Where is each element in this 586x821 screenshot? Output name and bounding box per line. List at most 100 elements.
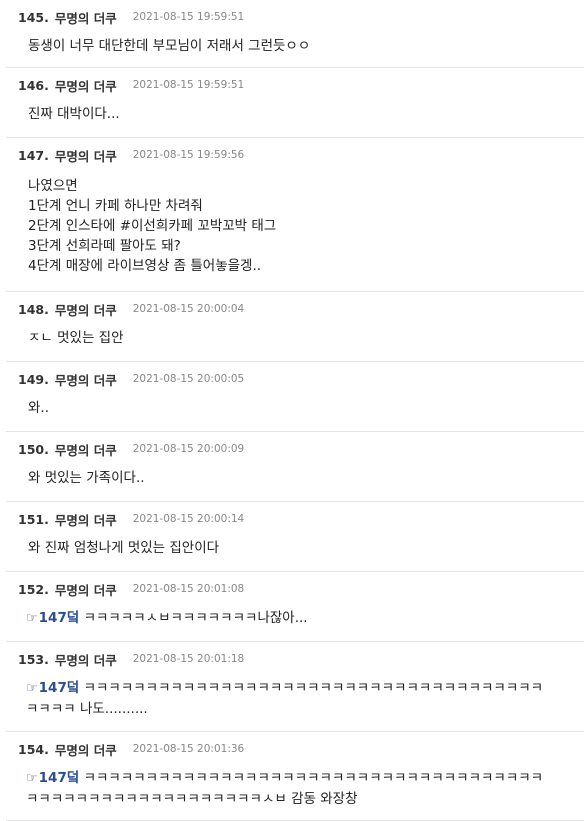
reply-anchor-link[interactable]: ☞147덬 bbox=[26, 770, 79, 786]
comment-timestamp: 2021-08-15 20:00:09 bbox=[132, 443, 245, 455]
pointing-hand-icon: ☞ bbox=[26, 611, 38, 626]
comment-line: 3단계 선희라떼 팔아도 돼? bbox=[28, 236, 578, 256]
comment-line: ☞147덬 ㅋㅋㅋㅋㅋㅋㅋㅋㅋㅋㅋㅋㅋㅋㅋㅋㅋㅋㅋㅋㅋㅋㅋㅋㅋㅋㅋㅋㅋㅋㅋㅋㅋㅋ… bbox=[26, 768, 578, 789]
comment-number[interactable]: 150. bbox=[18, 442, 49, 457]
comment-line: 4단계 매장에 라이브영상 좀 틀어놓을겡.. bbox=[28, 256, 578, 276]
comment-text: 2단계 인스타에 #이선희카페 꼬박꼬박 태그 bbox=[28, 218, 277, 234]
comment-body: 와.. bbox=[28, 398, 578, 418]
comment-header: 148. 무명의 더쿠 2021-08-15 20:00:04 bbox=[18, 292, 244, 326]
comment-timestamp: 2021-08-15 19:59:51 bbox=[132, 79, 245, 91]
comment-line: 진짜 대박이다... bbox=[28, 104, 578, 124]
comment: 148. 무명의 더쿠 2021-08-15 20:00:04 ㅈㄴ 멋있는 집안 bbox=[6, 292, 584, 362]
comment-text: 진짜 대박이다... bbox=[28, 106, 120, 122]
comment-timestamp: 2021-08-15 19:59:56 bbox=[132, 149, 245, 161]
comment-line: ☞147덬 ㅋㅋㅋㅋㅋㅋㅋㅋㅋㅋㅋㅋㅋㅋㅋㅋㅋㅋㅋㅋㅋㅋㅋㅋㅋㅋㅋㅋㅋㅋㅋㅋㅋㅋ… bbox=[26, 678, 578, 699]
comment: 149. 무명의 더쿠 2021-08-15 20:00:05 와.. bbox=[6, 362, 584, 432]
comment: 154. 무명의 더쿠 2021-08-15 20:01:36 ☞147덬 ㅋㅋㅋㅋㅋ… bbox=[6, 732, 584, 821]
pointing-hand-icon: ☞ bbox=[26, 771, 38, 786]
comment-text: ㅈㄴ 멋있는 집안 bbox=[28, 330, 124, 346]
comment-body: 와 진짜 엄청나게 멋있는 집안이다 bbox=[28, 538, 578, 558]
comment-author: 무명의 더쿠 bbox=[54, 652, 117, 668]
comment-text: 3단계 선희라떼 팔아도 돼? bbox=[28, 238, 181, 254]
comment-author: 무명의 더쿠 bbox=[54, 10, 117, 26]
comment-body: ☞147덬 ㅋㅋㅋㅋㅋㅋㅋㅋㅋㅋㅋㅋㅋㅋㅋㅋㅋㅋㅋㅋㅋㅋㅋㅋㅋㅋㅋㅋㅋㅋㅋㅋㅋㅋ… bbox=[26, 768, 578, 809]
comment-text: ㅋㅋㅋㅋㅋㅋㅋㅋㅋㅋㅋㅋㅋㅋㅋㅋㅋㅋㅋㅋㅋㅋㅋㅋㅋㅋㅋㅋㅋㅋㅋㅋㅋㅋㅋㅋㅋ bbox=[83, 770, 544, 786]
comment-line: 1단계 언니 카페 하나만 차려줘 bbox=[28, 196, 578, 216]
comment-header: 152. 무명의 더쿠 2021-08-15 20:01:08 bbox=[18, 572, 244, 606]
comment-timestamp: 2021-08-15 20:00:04 bbox=[132, 303, 245, 315]
comment-text: 나였으면 bbox=[28, 178, 78, 194]
comment-text: 와 진짜 엄청나게 멋있는 집안이다 bbox=[28, 540, 220, 556]
reply-anchor-label: 147덬 bbox=[38, 770, 80, 786]
comment-header: 146. 무명의 더쿠 2021-08-15 19:59:51 bbox=[18, 68, 244, 102]
comment-timestamp: 2021-08-15 20:00:05 bbox=[132, 373, 245, 385]
comment-number[interactable]: 154. bbox=[18, 742, 49, 757]
comment-header: 149. 무명의 더쿠 2021-08-15 20:00:05 bbox=[18, 362, 244, 396]
comment-timestamp: 2021-08-15 20:01:18 bbox=[132, 653, 245, 665]
comment-timestamp: 2021-08-15 19:59:51 bbox=[132, 11, 245, 23]
comment-text: 와.. bbox=[28, 400, 50, 416]
comment-author: 무명의 더쿠 bbox=[54, 302, 117, 318]
comment-timestamp: 2021-08-15 20:01:08 bbox=[132, 583, 245, 595]
reply-anchor-label: 147덬 bbox=[38, 680, 80, 696]
comment-body: 와 멋있는 가족이다.. bbox=[28, 468, 578, 488]
comment-number[interactable]: 152. bbox=[18, 582, 49, 597]
comment-line: 와.. bbox=[28, 398, 578, 418]
comment-text: ㅋㅋㅋㅋㅋㅅㅂㅋㅋㅋㅋㅋㅋㅋ나잖아... bbox=[83, 610, 308, 626]
comment-text: ㅋㅋㅋㅋㅋㅋㅋㅋㅋㅋㅋㅋㅋㅋㅋㅋㅋㅋㅋㅋㅋㅋㅋㅋㅋㅋㅋㅋㅋㅋㅋㅋㅋㅋㅋㅋㅋ bbox=[83, 680, 544, 696]
comment-author: 무명의 더쿠 bbox=[54, 582, 117, 598]
comment-text: ㅋㅋㅋㅋ 나도.......... bbox=[26, 701, 148, 717]
comment-header: 153. 무명의 더쿠 2021-08-15 20:01:18 bbox=[18, 642, 244, 676]
comment-body: ☞147덬 ㅋㅋㅋㅋㅋㅅㅂㅋㅋㅋㅋㅋㅋㅋ나잖아... bbox=[26, 608, 578, 629]
comment-body: ㅈㄴ 멋있는 집안 bbox=[28, 328, 578, 348]
comment: 147. 무명의 더쿠 2021-08-15 19:59:56 나였으면 1단계 언니 … bbox=[6, 138, 584, 292]
comment-text: 1단계 언니 카페 하나만 차려줘 bbox=[28, 198, 203, 214]
comment-header: 147. 무명의 더쿠 2021-08-15 19:59:56 bbox=[18, 138, 244, 172]
comment-body: ☞147덬 ㅋㅋㅋㅋㅋㅋㅋㅋㅋㅋㅋㅋㅋㅋㅋㅋㅋㅋㅋㅋㅋㅋㅋㅋㅋㅋㅋㅋㅋㅋㅋㅋㅋㅋ… bbox=[26, 678, 578, 719]
reply-anchor-link[interactable]: ☞147덬 bbox=[26, 680, 79, 696]
comment-line: ㅈㄴ 멋있는 집안 bbox=[28, 328, 578, 348]
comment-author: 무명의 더쿠 bbox=[54, 742, 117, 758]
comment-line: 2단계 인스타에 #이선희카페 꼬박꼬박 태그 bbox=[28, 216, 578, 236]
comment-number[interactable]: 148. bbox=[18, 302, 49, 317]
comment-line: 와 진짜 엄청나게 멋있는 집안이다 bbox=[28, 538, 578, 558]
comment-text: ㅋㅋㅋㅋㅋㅋㅋㅋㅋㅋㅋㅋㅋㅋㅋㅋㅋㅋㅋㅅㅂ 감동 와장창 bbox=[26, 791, 358, 807]
comment-author: 무명의 더쿠 bbox=[54, 148, 117, 164]
comment-header: 145. 무명의 더쿠 2021-08-15 19:59:51 bbox=[18, 0, 244, 34]
comment-number[interactable]: 151. bbox=[18, 512, 49, 527]
comment-timestamp: 2021-08-15 20:01:36 bbox=[132, 743, 245, 755]
comment-author: 무명의 더쿠 bbox=[54, 442, 117, 458]
comment: 150. 무명의 더쿠 2021-08-15 20:00:09 와 멋있는 가족이다.… bbox=[6, 432, 584, 502]
comment-line: 동생이 너무 대단한데 부모님이 저래서 그런듯ㅇㅇ bbox=[28, 36, 578, 56]
comment-line: 와 멋있는 가족이다.. bbox=[28, 468, 578, 488]
comment-line: ㅋㅋㅋㅋㅋㅋㅋㅋㅋㅋㅋㅋㅋㅋㅋㅋㅋㅋㅋㅅㅂ 감동 와장창 bbox=[26, 789, 578, 809]
reply-anchor-label: 147덬 bbox=[38, 610, 80, 626]
comment-text: 동생이 너무 대단한데 부모님이 저래서 그런듯ㅇㅇ bbox=[28, 38, 311, 54]
comment-header: 150. 무명의 더쿠 2021-08-15 20:00:09 bbox=[18, 432, 244, 466]
comment-number[interactable]: 145. bbox=[18, 10, 49, 25]
comment-line: ☞147덬 ㅋㅋㅋㅋㅋㅅㅂㅋㅋㅋㅋㅋㅋㅋ나잖아... bbox=[26, 608, 578, 629]
comment-line: 나였으면 bbox=[28, 176, 578, 196]
comment-number[interactable]: 149. bbox=[18, 372, 49, 387]
comment: 151. 무명의 더쿠 2021-08-15 20:00:14 와 진짜 엄청나게 멋… bbox=[6, 502, 584, 572]
comment: 152. 무명의 더쿠 2021-08-15 20:01:08 ☞147덬 ㅋㅋㅋㅋㅋ… bbox=[6, 572, 584, 642]
comment-line: ㅋㅋㅋㅋ 나도.......... bbox=[26, 699, 578, 719]
comment-number[interactable]: 146. bbox=[18, 78, 49, 93]
comment-author: 무명의 더쿠 bbox=[54, 78, 117, 94]
comment-text: 와 멋있는 가족이다.. bbox=[28, 470, 145, 486]
comment-body: 진짜 대박이다... bbox=[28, 104, 578, 124]
comment-header: 151. 무명의 더쿠 2021-08-15 20:00:14 bbox=[18, 502, 244, 536]
comment-author: 무명의 더쿠 bbox=[54, 372, 117, 388]
comment-timestamp: 2021-08-15 20:00:14 bbox=[132, 513, 245, 525]
comment-number[interactable]: 153. bbox=[18, 652, 49, 667]
comment-author: 무명의 더쿠 bbox=[54, 512, 117, 528]
comment-number[interactable]: 147. bbox=[18, 148, 49, 163]
pointing-hand-icon: ☞ bbox=[26, 681, 38, 696]
comment-body: 동생이 너무 대단한데 부모님이 저래서 그런듯ㅇㅇ bbox=[28, 36, 578, 56]
comment-header: 154. 무명의 더쿠 2021-08-15 20:01:36 bbox=[18, 732, 244, 766]
reply-anchor-link[interactable]: ☞147덬 bbox=[26, 610, 79, 626]
comment: 153. 무명의 더쿠 2021-08-15 20:01:18 ☞147덬 ㅋㅋㅋㅋㅋ… bbox=[6, 642, 584, 732]
comment-text: 4단계 매장에 라이브영상 좀 틀어놓을겡.. bbox=[28, 258, 262, 274]
comment: 146. 무명의 더쿠 2021-08-15 19:59:51 진짜 대박이다... bbox=[6, 68, 584, 138]
comment: 145. 무명의 더쿠 2021-08-15 19:59:51 동생이 너무 대단한데… bbox=[6, 0, 584, 68]
